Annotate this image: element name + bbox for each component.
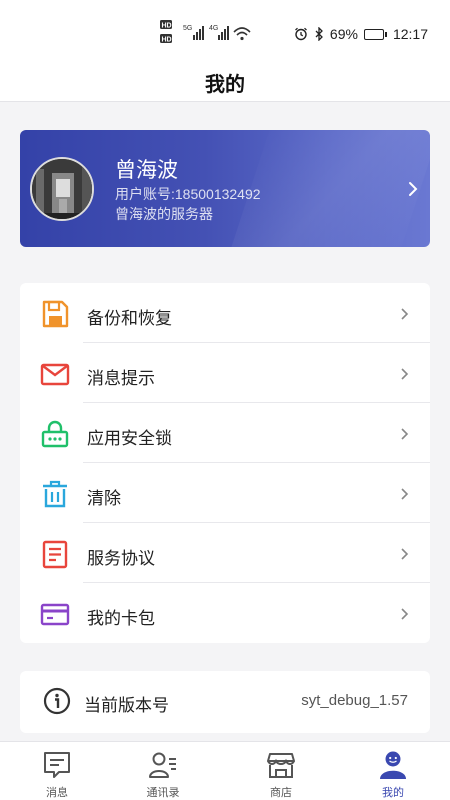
lock-icon [41,420,69,448]
profile-account: 用户账号:18500132492 [115,186,261,202]
page-title: 我的 [205,74,245,96]
profile-name: 曾海波 [115,159,178,182]
avatar[interactable] [30,157,94,221]
chevron-right-icon [401,608,409,620]
menu-item-label: 消息提示 [87,369,155,388]
menu-item-label: 备份和恢复 [87,309,172,328]
chevron-right-icon [401,488,409,500]
menu-item-label: 应用安全锁 [87,429,172,448]
store-icon [267,753,295,778]
bottom-tab-bar: 消息 通讯录 商店 我的 [0,741,450,800]
chevron-right-icon [409,182,418,196]
version-value: syt_debug_1.57 [301,692,408,709]
version-row[interactable]: 当前版本号 syt_debug_1.57 [20,671,430,733]
info-icon [43,687,71,715]
alarm-icon [294,27,307,41]
bluetooth-icon [315,27,323,41]
card-icon [40,603,70,626]
menu-item-backup[interactable]: 备份和恢复 [20,283,430,343]
tab-store[interactable]: 商店 [236,742,326,800]
signal-icon: HD HD 5G 4G [160,20,251,44]
tab-label: 通讯录 [146,787,180,799]
chevron-right-icon [401,548,409,560]
settings-menu: 备份和恢复 消息提示 应用安全锁 清除 服务协议 我的卡包 [20,283,430,643]
tab-label: 商店 [270,787,292,799]
backup-icon [42,300,69,328]
chevron-right-icon [401,308,409,320]
tab-label: 我的 [382,787,404,799]
status-bar: HD HD 5G 4G 69% 12:17 [0,0,450,62]
profile-server: 曾海波的服务器 [115,206,213,222]
mail-icon [40,363,70,386]
trash-icon [43,480,67,508]
header: 我的 [0,62,450,102]
svg-text:4G: 4G [209,25,218,32]
status-right: 69% 12:17 [294,24,428,44]
tab-label: 消息 [46,787,68,799]
menu-item-card-wallet[interactable]: 我的卡包 [20,583,430,643]
tab-contacts[interactable]: 通讯录 [118,742,208,800]
chevron-right-icon [401,428,409,440]
contacts-icon [149,752,176,778]
chevron-right-icon [401,368,409,380]
menu-item-app-lock[interactable]: 应用安全锁 [20,403,430,463]
svg-text:HD: HD [162,37,172,44]
menu-item-notifications[interactable]: 消息提示 [20,343,430,403]
message-icon [44,752,70,778]
tab-messages[interactable]: 消息 [12,742,102,800]
menu-item-label: 清除 [87,489,121,508]
clock: 12:17 [392,26,428,42]
battery-percent: 69% [329,26,358,42]
profile-card[interactable]: 曾海波 用户账号:18500132492 曾海波的服务器 [20,130,430,247]
menu-item-label: 我的卡包 [87,609,155,628]
document-icon [42,540,68,569]
menu-item-clear[interactable]: 清除 [20,463,430,523]
version-label: 当前版本号 [84,696,169,715]
svg-text:HD: HD [162,23,172,30]
tab-mine[interactable]: 我的 [348,742,438,800]
svg-text:5G: 5G [183,25,192,32]
profile-icon [380,751,406,779]
menu-item-label: 服务协议 [87,549,155,568]
menu-item-service-agreement[interactable]: 服务协议 [20,523,430,583]
battery-icon [363,28,387,40]
